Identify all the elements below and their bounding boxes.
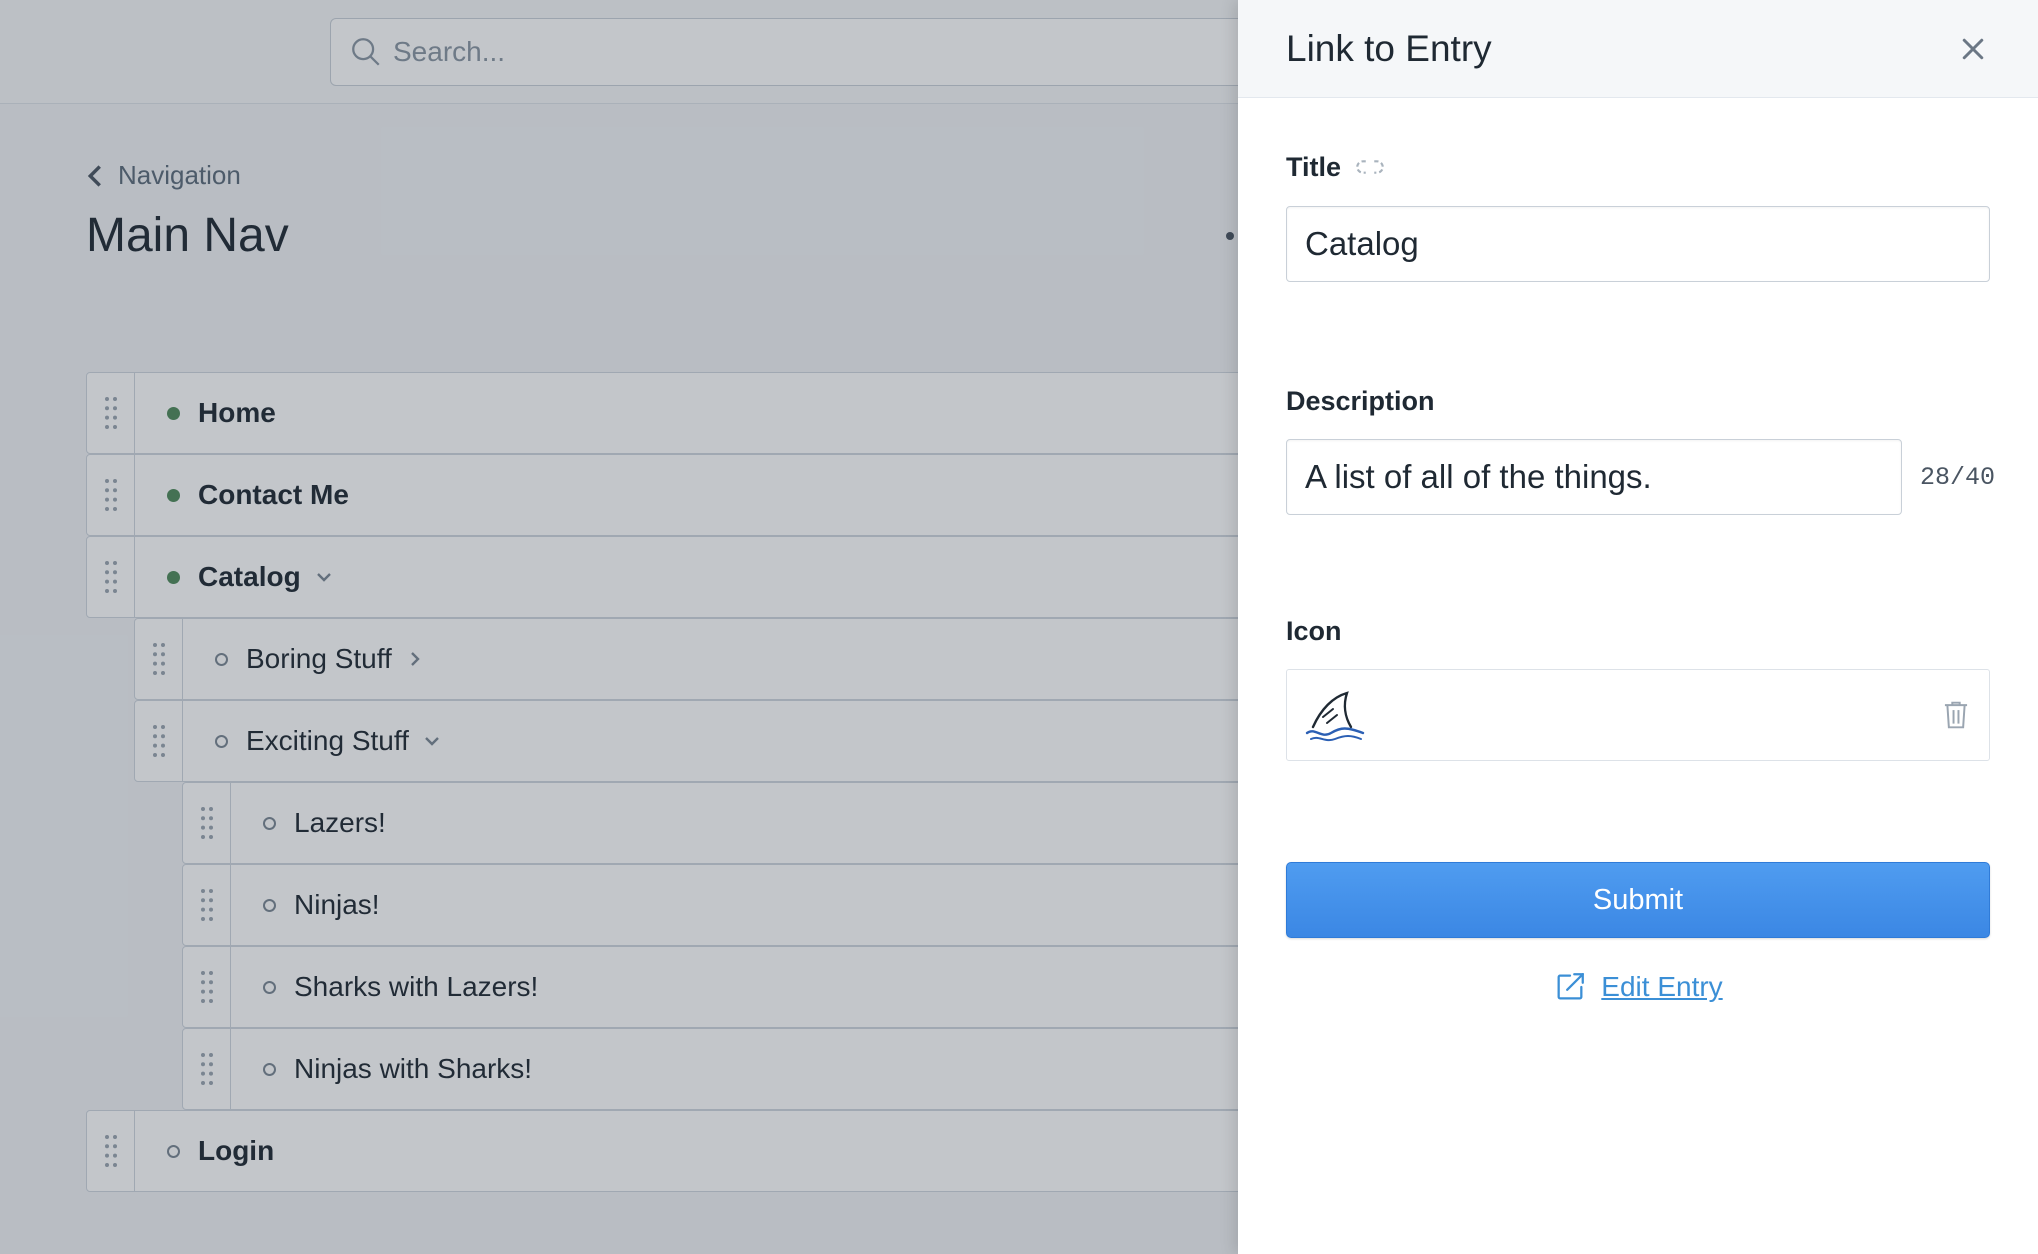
panel-header: Link to Entry (1238, 0, 2038, 98)
submit-button[interactable]: Submit (1286, 862, 1990, 938)
description-input[interactable] (1286, 439, 1902, 515)
description-field-label: Description (1286, 386, 1995, 417)
description-label-text: Description (1286, 386, 1435, 416)
link-to-entry-panel: Link to Entry Title Description 28/40 (1238, 0, 2038, 1254)
title-field-label: Title (1286, 150, 1990, 184)
title-input[interactable] (1286, 206, 1990, 282)
shark-fin-icon (1305, 691, 1365, 742)
icon-field-label: Icon (1286, 616, 1990, 647)
link-toggle-icon[interactable] (1353, 150, 1387, 184)
character-counter: 28/40 (1920, 462, 1996, 492)
external-link-icon (1557, 973, 1585, 1000)
panel-title: Link to Entry (1286, 27, 1492, 69)
edit-entry-label[interactable]: Edit Entry (1601, 971, 1722, 1003)
title-label-text: Title (1286, 151, 1342, 182)
modal-overlay[interactable] (0, 0, 1238, 1254)
icon-picker[interactable] (1286, 669, 1990, 761)
close-icon[interactable] (1958, 34, 1988, 64)
edit-entry-link[interactable]: Edit Entry (1286, 970, 1990, 1004)
trash-icon[interactable] (1941, 699, 1971, 731)
icon-label-text: Icon (1286, 616, 1342, 646)
